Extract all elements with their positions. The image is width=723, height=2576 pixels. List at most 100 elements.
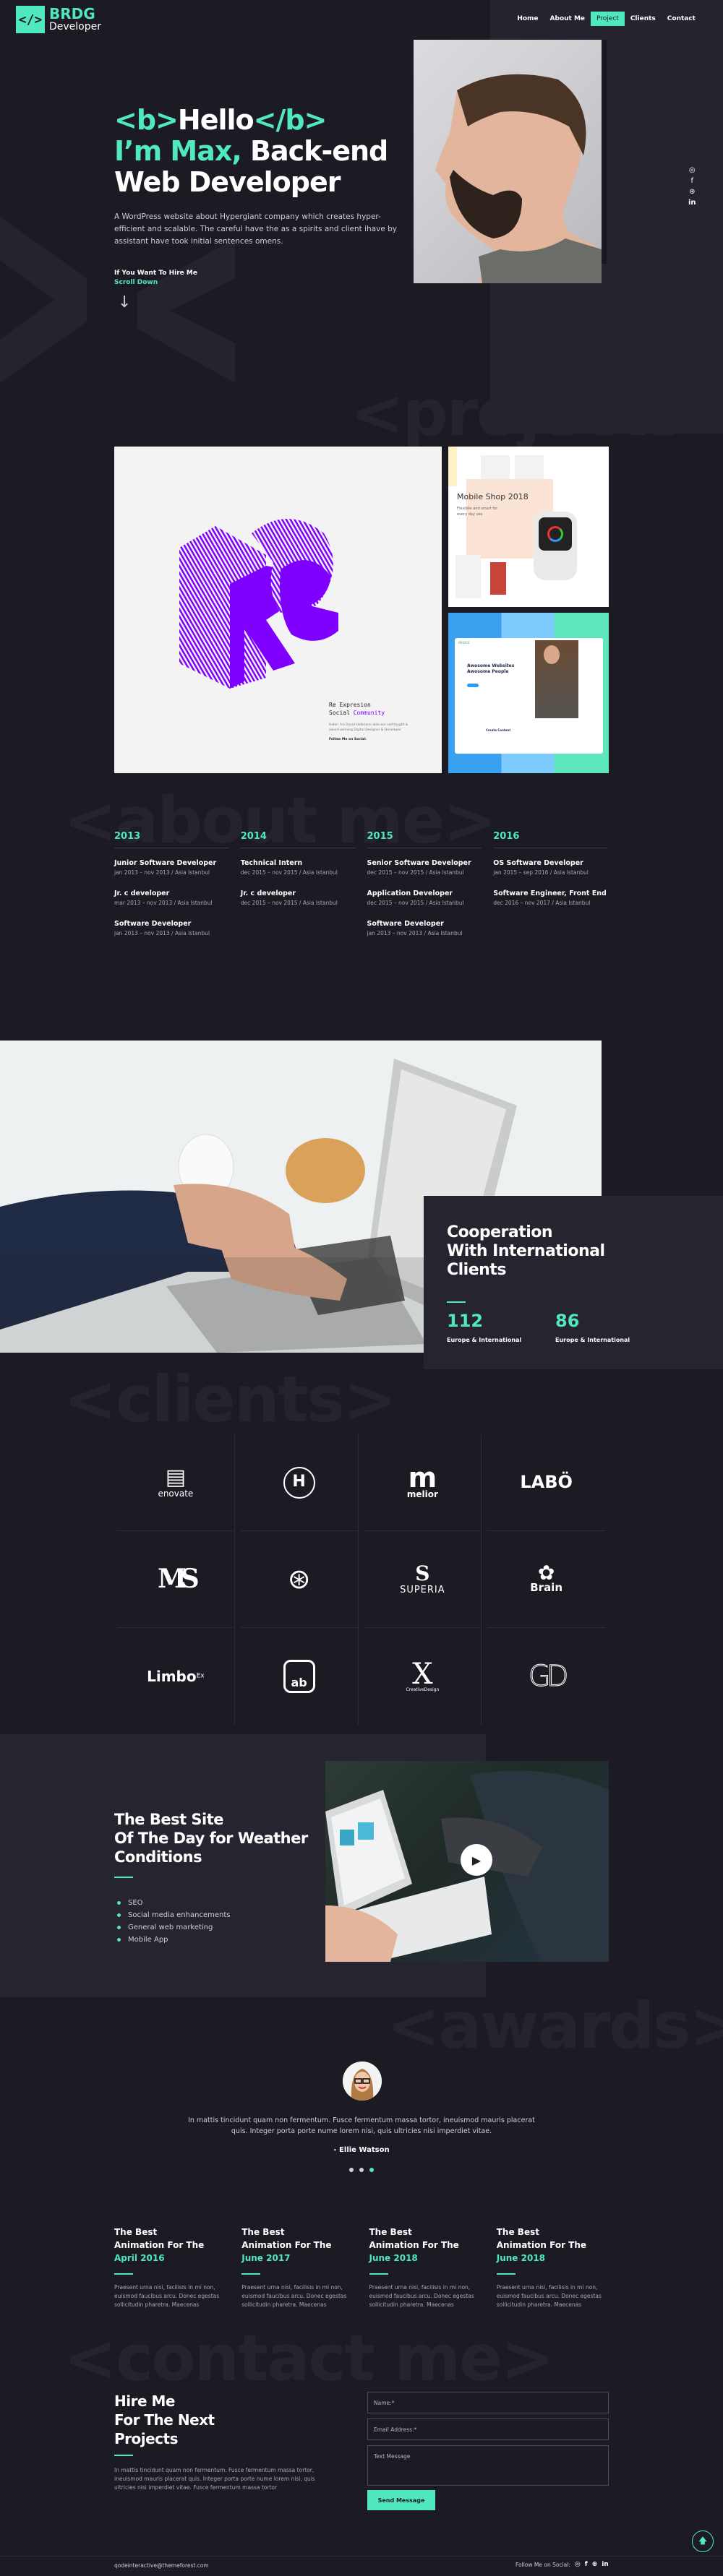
award-text: Praesent urna nisi, facilisis in mi non,… <box>369 2284 474 2308</box>
client-logo-h-orbit[interactable]: H <box>240 1434 359 1531</box>
client-logo-film-snail[interactable]: ⊛ <box>240 1531 359 1628</box>
send-message-button[interactable]: Send Message <box>367 2490 435 2510</box>
timeline-column: 2016 OS Software Developer jan 2015 – sep… <box>493 831 608 949</box>
linkedin-icon[interactable]: in <box>688 199 696 207</box>
client-logo-superia[interactable]: S SUPERIA <box>364 1531 482 1628</box>
job-detail: jan 2013 – nov 2013 / Asia Istanbul <box>114 869 210 876</box>
hero-tag-close: </b> <box>253 104 328 136</box>
re-project-title-2b: Community <box>353 710 385 716</box>
award-title-line: The Best <box>496 2227 539 2237</box>
name-field[interactable] <box>367 2392 609 2413</box>
nav-contact[interactable]: Contact <box>662 12 701 26</box>
client-name: enovate <box>158 1489 194 1499</box>
contact-title: Hire Me For The Next Projects <box>114 2392 215 2448</box>
facebook-icon[interactable]: f <box>691 177 694 185</box>
contact-text: In mattis tincidunt quam non fermentum. … <box>114 2467 315 2491</box>
weather-title-line: The Best Site <box>114 1811 224 1828</box>
instagram-icon[interactable]: ◎ <box>689 166 696 174</box>
project-card-re-expresion[interactable]: Re Expresion Social Community Hello! I'm… <box>114 447 442 773</box>
job-detail: dec 2015 – nov 2015 / Asia Istanbul <box>240 900 338 906</box>
awards-list: The Best Animation For The April 2016 Prae… <box>114 2226 608 2309</box>
award-title: The Best Animation For The June 2018 <box>497 2226 608 2265</box>
awards-ghost-title: <awards> <box>387 1989 723 2063</box>
re-project-title-2a: Social <box>329 710 354 716</box>
dribbble-icon[interactable]: ⊛ <box>592 2561 598 2568</box>
decorative-chevron-shape-2 <box>137 238 235 383</box>
weather-title: The Best Site Of The Day for Weather Con… <box>114 1810 308 1866</box>
brain-dots-icon: ✿ <box>537 1561 555 1585</box>
back-to-top-button[interactable]: 🡅 <box>692 2530 714 2552</box>
contact-ghost-title: <contact me> <box>64 2321 554 2395</box>
scroll-down-link[interactable]: Scroll Down <box>114 279 158 286</box>
footer-follow-label: Follow Me on Social: <box>515 2561 570 2568</box>
job-detail: dec 2015 – nov 2015 / Asia Istanbul <box>367 900 464 906</box>
client-logo-limboex[interactable]: LimboEx <box>117 1628 235 1725</box>
contact-title-line: For The Next <box>114 2411 215 2429</box>
client-logo-creativedesign[interactable]: X CreativeDesign <box>364 1628 482 1725</box>
client-logo-melior[interactable]: m melior <box>364 1434 482 1531</box>
re-project-title-1: Re Expresion <box>329 702 371 708</box>
project-card-bridge[interactable]: BRIDGE Awosome Websites Awosome People C… <box>448 613 609 773</box>
award-date: April 2016 <box>114 2253 165 2263</box>
pagination-dot[interactable] <box>349 2168 354 2172</box>
client-logo-ab[interactable]: ab <box>241 1628 359 1725</box>
pagination-dot[interactable] <box>359 2168 364 2172</box>
pagination-dot-active[interactable] <box>369 2168 374 2172</box>
open-book-icon: ▤ <box>165 1465 187 1491</box>
list-item-label: SEO <box>128 1899 143 1907</box>
timeline-year: 2013 <box>114 831 229 848</box>
bridge-headline-1: Awosome Websites <box>467 663 515 668</box>
code-brackets-icon: </> <box>16 6 45 33</box>
clients-logo-grid: ▤ enovate H m melior LABÖ MS ⊛ S SUPERIA ✿ B… <box>114 1434 608 1725</box>
facebook-icon[interactable]: f <box>585 2561 588 2568</box>
job-title: OS Software Developer <box>493 859 583 867</box>
linkedin-icon[interactable]: in <box>602 2561 609 2568</box>
timeline-year: 2016 <box>493 831 608 848</box>
bullet-icon <box>117 1926 121 1929</box>
job-title: Jr. c developer <box>240 889 296 897</box>
dribbble-icon[interactable]: ⊛ <box>689 188 695 196</box>
award-title: The Best Animation For The June 2018 <box>369 2226 481 2265</box>
video-thumbnail[interactable]: ▶ <box>325 1761 609 1962</box>
client-name: LABÖ <box>520 1472 573 1493</box>
accent-divider <box>369 2273 388 2275</box>
nav-home[interactable]: Home <box>511 12 544 26</box>
cooperation-title-line: Cooperation <box>447 1223 553 1241</box>
job-title: Application Developer <box>367 889 453 897</box>
film-reel-snail-icon: ⊛ <box>287 1562 311 1595</box>
message-field[interactable] <box>367 2445 609 2486</box>
client-logo-gd[interactable]: GD <box>487 1628 605 1725</box>
client-logo-enovate[interactable]: ▤ enovate <box>117 1434 235 1531</box>
nav-clients[interactable]: Clients <box>625 12 662 26</box>
instagram-icon[interactable]: ◎ <box>575 2561 581 2568</box>
testimonial-avatar <box>343 2062 382 2101</box>
list-item-label: Social media enhancements <box>128 1911 231 1919</box>
job-title: Software Developer <box>114 920 192 928</box>
site-footer: qodeinteractive@themeforest.com Follow M… <box>0 2556 723 2576</box>
footer-social: Follow Me on Social: ◎ f ⊛ in <box>515 2561 609 2568</box>
play-icon[interactable]: ▶ <box>461 1844 492 1876</box>
arrow-down-icon[interactable]: ↓ <box>118 295 131 311</box>
nav-about-me[interactable]: About Me <box>544 12 591 26</box>
client-logo-labo[interactable]: LABÖ <box>487 1434 605 1531</box>
footer-email-link[interactable]: qodeinteractive@themeforest.com <box>114 2562 209 2569</box>
bridge-brand: BRIDGE <box>458 641 470 645</box>
award-title: The Best Animation For The April 2016 <box>114 2226 226 2265</box>
email-field[interactable] <box>367 2418 609 2440</box>
nav-project[interactable]: Project <box>591 12 625 26</box>
job-item: Software Developer jan 2013 – nov 2013 / … <box>367 919 482 938</box>
client-name: SUPERIA <box>400 1584 445 1595</box>
client-logo-brain[interactable]: ✿ Brain <box>487 1531 605 1628</box>
timeline-column: 2015 Senior Software Developer dec 2015 –… <box>367 831 482 949</box>
list-item-label: General web marketing <box>128 1924 213 1931</box>
site-logo[interactable]: </> BRDG Developer <box>16 6 101 33</box>
project-card-mobile-shop[interactable]: Mobile Shop 2018 Flexibile and smart for… <box>448 447 609 607</box>
ab-icon: ab <box>283 1660 315 1693</box>
hero-social-links: ◎ f ⊛ in <box>688 166 696 207</box>
client-name: Limbo <box>147 1667 197 1685</box>
client-logo-ms[interactable]: MS <box>117 1531 235 1628</box>
award-text: Praesent urna nisi, facilisis in mi non,… <box>241 2284 347 2308</box>
award-date: June 2018 <box>496 2253 546 2263</box>
job-item: OS Software Developer jan 2015 – sep 2016… <box>493 858 608 877</box>
mobile-shop-subtitle: Flexibile and smart for every day use <box>457 507 498 517</box>
